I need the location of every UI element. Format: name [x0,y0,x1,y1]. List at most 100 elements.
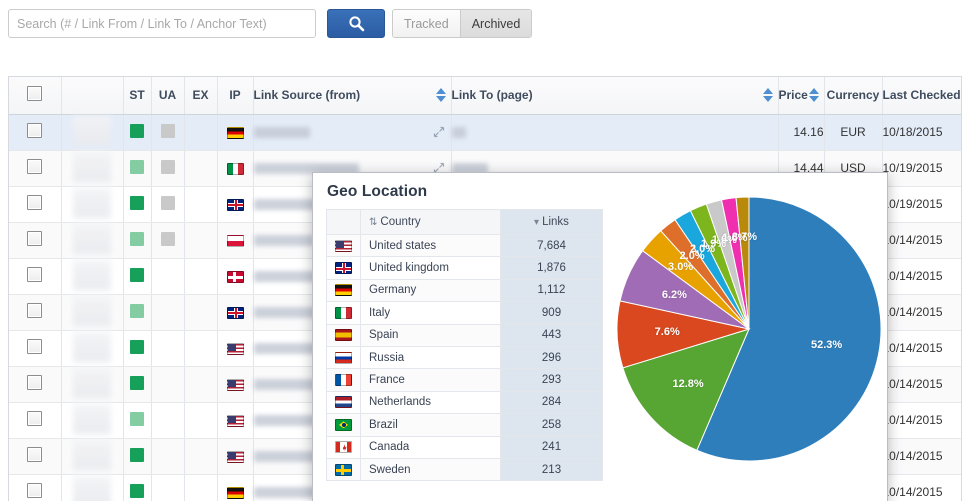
column-header-last-checked[interactable]: Last Checked [882,77,962,114]
geo-links-cell: 7,684 [501,235,603,257]
geo-links-cell: 909 [501,302,603,324]
geo-table-row[interactable]: Netherlands284 [327,391,603,413]
geo-country-cell: Sweden [361,458,501,480]
flag-icon-gb [335,262,352,274]
sort-price[interactable] [809,88,819,102]
geo-country-table: ⇅Country ▾Links United states7,684United… [326,209,603,481]
geo-country-cell: Germany [361,279,501,301]
column-header-ip[interactable]: IP [217,77,253,114]
row-ua-cell [151,258,184,294]
row-ip-cell [217,330,253,366]
thumbnail-image [73,224,111,254]
row-ex-cell [184,150,217,186]
column-header-select [9,77,61,114]
row-link-source-cell[interactable] [253,114,451,150]
select-all-checkbox[interactable] [27,86,42,101]
row-checkbox[interactable] [27,375,42,390]
column-header-currency[interactable]: Currency [824,77,882,114]
row-ex-cell [184,366,217,402]
row-last-checked-cell: 10/14/2015 [882,222,962,258]
row-checkbox[interactable] [27,411,42,426]
column-header-link-to-label: Link To (page) [452,88,533,102]
row-checkbox[interactable] [27,339,42,354]
geo-country-cell: Italy [361,302,501,324]
row-select-cell[interactable] [9,222,61,258]
row-checkbox[interactable] [27,159,42,174]
status-badge [130,232,144,246]
search-input[interactable] [8,9,316,38]
tab-archived[interactable]: Archived [460,10,532,37]
row-select-cell[interactable] [9,150,61,186]
column-header-ex[interactable]: EX [184,77,217,114]
row-select-cell[interactable] [9,186,61,222]
row-ip-cell [217,150,253,186]
row-checkbox[interactable] [27,231,42,246]
row-ip-cell [217,402,253,438]
row-checkbox[interactable] [27,267,42,282]
row-select-cell[interactable] [9,330,61,366]
row-select-cell[interactable] [9,474,61,501]
row-st-cell [123,114,151,150]
geo-country-cell: France [361,369,501,391]
geo-table-row[interactable]: Brazil258 [327,414,603,436]
geo-country-cell: Brazil [361,414,501,436]
geo-table-row[interactable]: Italy909 [327,302,603,324]
thumbnail-image [73,260,111,290]
link-to-value [452,127,466,138]
sort-link-to[interactable] [763,88,773,102]
column-header-st[interactable]: ST [123,77,151,114]
row-select-cell[interactable] [9,294,61,330]
row-checkbox[interactable] [27,447,42,462]
flag-icon-es [335,329,352,341]
flag-icon-us [227,379,244,391]
row-checkbox[interactable] [27,123,42,138]
column-header-link-source[interactable]: Link Source (from) [253,77,451,114]
row-select-cell[interactable] [9,258,61,294]
geo-links-cell: 296 [501,346,603,368]
geo-country-table-container: ⇅Country ▾Links United states7,684United… [326,209,603,481]
geo-table-row[interactable]: Germany1,112 [327,279,603,301]
row-ex-cell [184,114,217,150]
row-ua-cell [151,474,184,501]
flag-icon-us [227,451,244,463]
status-badge [130,412,144,426]
geo-column-header-country[interactable]: ⇅Country [361,210,501,235]
column-header-price[interactable]: Price [778,77,824,114]
column-header-ua[interactable]: UA [151,77,184,114]
search-button[interactable] [327,9,385,38]
geo-table-row[interactable]: United kingdom1,876 [327,257,603,279]
tab-tracked[interactable]: Tracked [393,10,460,37]
row-ex-cell [184,258,217,294]
geo-table-row[interactable]: France293 [327,369,603,391]
row-select-cell[interactable] [9,438,61,474]
row-select-cell[interactable] [9,114,61,150]
row-select-cell[interactable] [9,402,61,438]
row-thumbnail-cell [61,258,123,294]
geo-flag-cell [327,414,361,436]
geo-column-header-links[interactable]: ▾Links [501,210,603,235]
flag-icon-dk [227,271,244,283]
row-checkbox[interactable] [27,303,42,318]
row-thumbnail-cell [61,294,123,330]
row-st-cell [123,330,151,366]
geo-table-row[interactable]: United states7,684 [327,235,603,257]
row-checkbox[interactable] [27,483,42,498]
geo-flag-cell [327,279,361,301]
row-ip-cell [217,114,253,150]
geo-table-row[interactable]: Canada241 [327,436,603,458]
geo-table-row[interactable]: Russia296 [327,346,603,368]
geo-table-row[interactable]: Sweden213 [327,458,603,480]
row-ex-cell [184,474,217,501]
table-row[interactable]: 14.16EUR10/18/2015 [9,114,962,150]
geo-links-cell: 213 [501,458,603,480]
geo-country-cell: Spain [361,324,501,346]
sort-link-source[interactable] [436,88,446,102]
row-select-cell[interactable] [9,366,61,402]
expand-icon[interactable] [433,126,445,138]
row-last-checked-cell: 10/14/2015 [882,294,962,330]
row-ua-cell [151,438,184,474]
column-header-link-to[interactable]: Link To (page) [451,77,778,114]
geo-table-row[interactable]: Spain443 [327,324,603,346]
row-checkbox[interactable] [27,195,42,210]
row-link-to-cell[interactable] [451,114,778,150]
